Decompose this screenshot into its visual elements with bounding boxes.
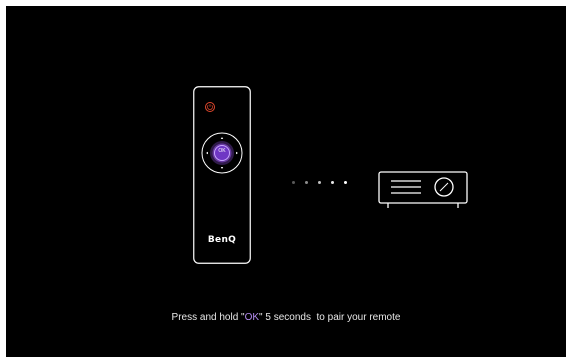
ok-button-label: OK [218,148,226,154]
progress-dot [331,181,334,184]
projector-icon [378,171,468,211]
instruction-highlight: OK [244,312,260,323]
pairing-progress-dots [292,181,352,187]
progress-dot [344,181,347,184]
power-icon [205,102,215,112]
progress-dot [305,181,308,184]
brand-logo: BenQ [207,235,237,245]
remote-illustration: OK BenQ [193,86,251,264]
instruction-prefix: Press and hold " [171,312,245,323]
progress-dot [292,181,295,184]
pairing-screen: OK BenQ Press and hold "OK" 5 seconds to… [6,6,566,357]
progress-dot [318,181,321,184]
instruction-suffix: " 5 seconds to pair your remote [259,312,401,323]
pairing-instruction: Press and hold "OK" 5 seconds to pair yo… [6,312,566,323]
